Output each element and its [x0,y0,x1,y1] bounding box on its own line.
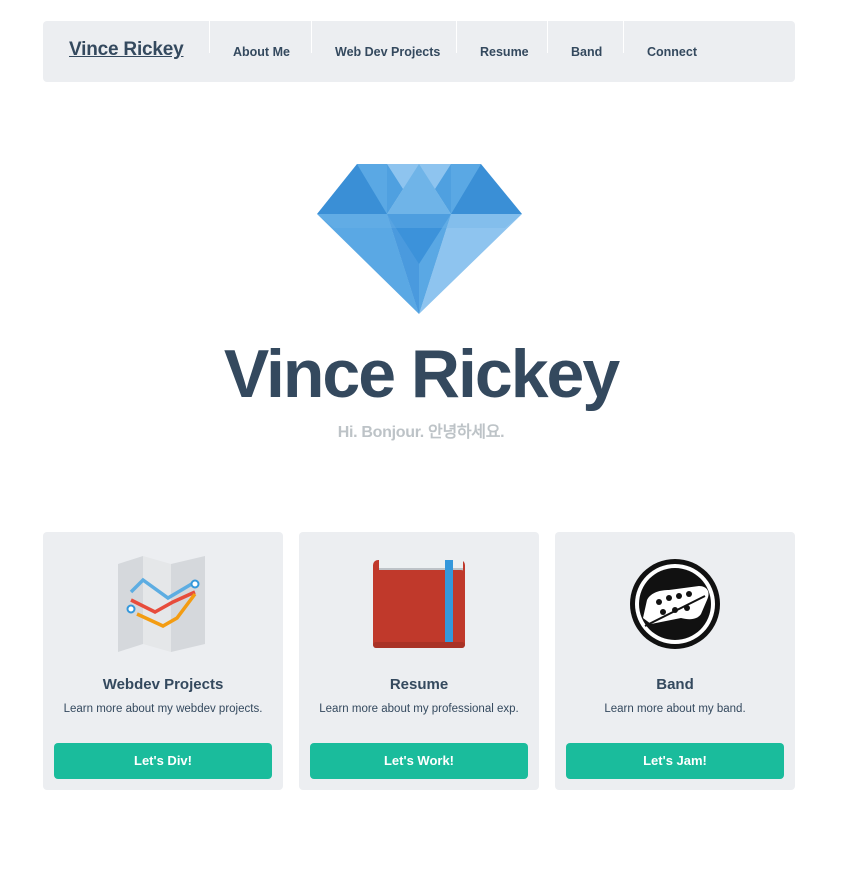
nav-divider [311,21,312,53]
card-title: Resume [389,676,449,693]
card-title: Band [656,676,694,693]
card-description: Learn more about my webdev projects. [63,703,263,715]
nav-divider [209,21,210,53]
nav-divider [547,21,548,53]
map-icon [113,556,213,652]
card-title: Webdev Projects [102,676,224,693]
nav-divider [456,21,457,53]
lets-div-button[interactable]: Let's Div! [54,743,272,779]
nav-divider [623,21,624,53]
card-resume: Resume Learn more about my professional … [299,532,539,790]
navbar: Vince Rickey About Me Web Dev Projects R… [43,21,795,82]
card-band: Band Learn more about my band. Let's Jam… [555,532,795,790]
card-description: Learn more about my band. [604,703,746,715]
diamond-icon [317,164,522,319]
lets-jam-button[interactable]: Let's Jam! [566,743,784,779]
nav-link-about-me[interactable]: About Me [233,45,290,59]
guitar-headstock-icon [625,556,725,652]
brand-link[interactable]: Vince Rickey [69,39,184,61]
book-icon [369,556,469,652]
hero-title: Vince Rickey [223,336,620,412]
hero-subtitle: Hi. Bonjour. 안녕하세요. [337,424,505,441]
nav-link-connect[interactable]: Connect [647,45,697,59]
card-description: Learn more about my professional exp. [319,703,519,715]
card-webdev-projects: Webdev Projects Learn more about my webd… [43,532,283,790]
lets-work-button[interactable]: Let's Work! [310,743,528,779]
nav-link-resume[interactable]: Resume [480,45,529,59]
nav-link-web-dev-projects[interactable]: Web Dev Projects [335,45,440,59]
nav-link-band[interactable]: Band [571,45,602,59]
